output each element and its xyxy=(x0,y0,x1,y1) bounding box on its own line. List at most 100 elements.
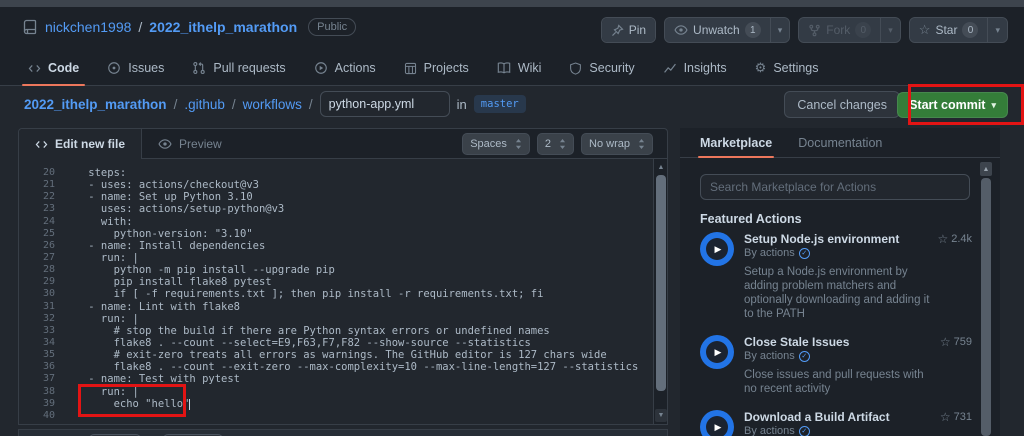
nav-tab-settings[interactable]: ⚙ Settings xyxy=(745,50,829,86)
nav-tab-label: Issues xyxy=(128,61,165,75)
code-line-35[interactable]: 35 # exit-zero treats all errors as warn… xyxy=(19,349,653,361)
star-dropdown-caret[interactable]: ▾ xyxy=(987,18,1007,42)
code-line-25[interactable]: 25 python-version: "3.10" xyxy=(19,228,653,240)
code-line-31[interactable]: 31 - name: Lint with flake8 xyxy=(19,301,653,313)
nav-tab-label: Pull requests xyxy=(213,61,286,75)
code-text: - name: Lint with flake8 xyxy=(63,300,241,313)
fork-button[interactable]: Fork 0 xyxy=(799,18,881,42)
watch-dropdown-caret[interactable]: ▾ xyxy=(769,18,790,42)
tab-documentation[interactable]: Documentation xyxy=(798,128,882,157)
nav-tab-pull-requests[interactable]: Pull requests xyxy=(182,50,295,86)
code-text: run: | xyxy=(63,312,139,325)
code-line-30[interactable]: 30 if [ -f requirements.txt ]; then pip … xyxy=(19,288,653,300)
code-line-40[interactable]: 40 xyxy=(19,410,653,422)
sidebar-vertical-scrollbar[interactable]: ▲ xyxy=(980,162,992,436)
featured-actions-heading: Featured Actions xyxy=(700,212,802,226)
action-description: Close issues and pull requests with no r… xyxy=(744,369,924,395)
action-title[interactable]: Close Stale Issues xyxy=(744,335,849,349)
code-line-37[interactable]: 37 - name: Test with pytest xyxy=(19,373,653,385)
nav-tab-code[interactable]: Code xyxy=(18,50,89,86)
issue-icon xyxy=(107,61,121,75)
filename-input[interactable] xyxy=(319,91,450,117)
code-line-39[interactable]: 39 echo "hello" xyxy=(19,398,653,410)
code-editor[interactable]: 20 steps: 21 - uses: actions/checkout@v3 2… xyxy=(19,159,653,424)
code-line-33[interactable]: 33 # stop the build if there are Python … xyxy=(19,325,653,337)
code-icon xyxy=(28,62,41,75)
editor-footer-cut xyxy=(18,429,668,436)
scrollbar-thumb[interactable] xyxy=(981,178,991,436)
code-text: with: xyxy=(63,215,133,228)
pin-button[interactable]: Pin xyxy=(601,18,656,42)
scrollbar-thumb[interactable] xyxy=(656,175,666,391)
tab-preview[interactable]: Preview xyxy=(142,129,238,158)
code-line-22[interactable]: 22 - name: Set up Python 3.10 xyxy=(19,191,653,203)
chevron-down-icon: ▾ xyxy=(888,24,893,35)
breadcrumb-github-dir-link[interactable]: .github xyxy=(184,97,225,112)
editor-select-no-wrap[interactable]: No wrap xyxy=(581,133,653,155)
breadcrumb: 2022_ithelp_marathon / .github / workflo… xyxy=(24,88,526,120)
code-line-24[interactable]: 24 with: xyxy=(19,216,653,228)
tab-preview-label: Preview xyxy=(179,136,222,151)
tab-marketplace[interactable]: Marketplace xyxy=(697,128,775,158)
code-line-29[interactable]: 29 pip install flake8 pytest xyxy=(19,276,653,288)
star-button[interactable]: ☆ Star 0 xyxy=(909,18,988,42)
fork-dropdown-caret[interactable]: ▾ xyxy=(880,18,900,42)
code-line-26[interactable]: 26 - name: Install dependencies xyxy=(19,240,653,252)
unwatch-button[interactable]: Unwatch 1 xyxy=(665,18,770,42)
code-line-21[interactable]: 21 - uses: actions/checkout@v3 xyxy=(19,179,653,191)
chevron-down-icon: ▾ xyxy=(777,24,783,35)
featured-action-card[interactable]: ▶ Download a Build Artifact ☆ 731 By actions… xyxy=(700,410,972,436)
nav-tab-projects[interactable]: Projects xyxy=(394,50,479,86)
line-number: 37 xyxy=(42,373,55,385)
code-text: uses: actions/setup-python@v3 xyxy=(63,203,285,216)
repo-owner-link[interactable]: nickchen1998 xyxy=(45,19,131,35)
editor-select-2[interactable]: 2 xyxy=(536,133,575,155)
action-title[interactable]: Setup Node.js environment xyxy=(744,232,899,246)
cancel-changes-button[interactable]: Cancel changes xyxy=(784,91,900,118)
select-value: 2 xyxy=(544,138,552,150)
editor-vertical-scrollbar[interactable]: ▲ ▼ xyxy=(653,159,667,424)
pin-icon xyxy=(611,23,624,37)
visibility-badge: Public xyxy=(308,18,357,36)
code-line-34[interactable]: 34 flake8 . --count --select=E9,F63,F7,F… xyxy=(19,337,653,349)
scroll-down-arrow[interactable]: ▼ xyxy=(655,409,667,422)
featured-action-card[interactable]: ▶ Close Stale Issues ☆ 759 By actions ✓ Close … xyxy=(700,335,972,396)
pull-request-icon xyxy=(192,61,206,75)
actions-icon xyxy=(314,61,328,75)
code-line-20[interactable]: 20 steps: xyxy=(19,167,653,179)
start-commit-button[interactable]: Start commit ▾ xyxy=(897,92,1008,118)
breadcrumb-separator: / xyxy=(231,96,236,112)
code-line-32[interactable]: 32 run: | xyxy=(19,313,653,325)
action-title[interactable]: Download a Build Artifact xyxy=(744,410,890,424)
marketplace-search-input[interactable] xyxy=(700,174,970,200)
code-line-36[interactable]: 36 flake8 . --count --exit-zero --max-co… xyxy=(19,361,653,373)
select-value: Spaces xyxy=(470,138,507,150)
repo-icon xyxy=(22,19,38,35)
nav-tab-label: Insights xyxy=(683,61,727,75)
featured-action-card[interactable]: ▶ Setup Node.js environment ☆ 2.4k By action… xyxy=(700,232,972,321)
nav-tab-issues[interactable]: Issues xyxy=(97,50,174,86)
scroll-up-arrow[interactable]: ▲ xyxy=(980,162,992,176)
tab-marketplace-label: Marketplace xyxy=(700,135,773,150)
code-line-23[interactable]: 23 uses: actions/setup-python@v3 xyxy=(19,203,653,215)
editor-select-spaces[interactable]: Spaces xyxy=(462,133,530,155)
breadcrumb-repo-link[interactable]: 2022_ithelp_marathon xyxy=(24,97,167,112)
code-line-28[interactable]: 28 python -m pip install --upgrade pip xyxy=(19,264,653,276)
repo-name-link[interactable]: 2022_ithelp_marathon xyxy=(149,19,297,35)
star-icon: ☆ xyxy=(937,232,949,246)
nav-tab-label: Security xyxy=(589,61,635,75)
nav-tab-insights[interactable]: Insights xyxy=(653,50,737,86)
scroll-up-arrow[interactable]: ▲ xyxy=(655,161,667,174)
tab-edit-new-file[interactable]: Edit new file xyxy=(19,129,143,159)
line-number: 30 xyxy=(42,288,55,300)
code-line-38[interactable]: 38 run: | xyxy=(19,386,653,398)
line-number: 35 xyxy=(42,349,55,361)
nav-tab-actions[interactable]: Actions xyxy=(304,50,386,86)
nav-tab-label: Actions xyxy=(334,61,376,75)
updown-arrows-icon xyxy=(515,138,522,150)
code-line-27[interactable]: 27 run: | xyxy=(19,252,653,264)
breadcrumb-workflows-dir-link[interactable]: workflows xyxy=(243,97,302,112)
nav-tab-security[interactable]: Security xyxy=(559,50,644,86)
star-icon: ☆ xyxy=(939,410,951,424)
nav-tab-wiki[interactable]: Wiki xyxy=(487,50,552,86)
